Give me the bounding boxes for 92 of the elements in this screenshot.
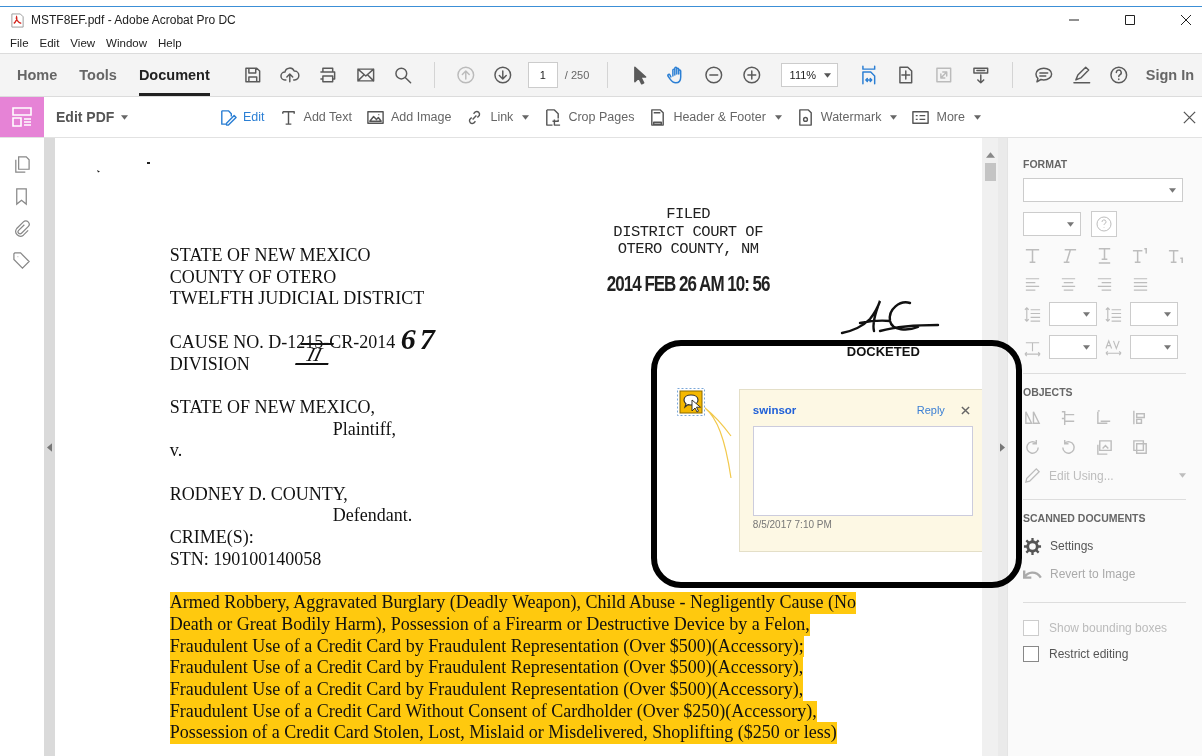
stamp-date: 2014 FEB 26 AM 10: 56 bbox=[606, 272, 770, 297]
document-line: STATE OF NEW MEXICO, bbox=[169, 396, 376, 419]
menu-item[interactable]: Edit bbox=[39, 37, 60, 49]
document-line: Plaintiff, bbox=[331, 418, 396, 441]
page-number-field[interactable]: 1 bbox=[527, 62, 558, 88]
scrollbar-thumb[interactable] bbox=[984, 163, 996, 181]
stamp-line: OTERO COUNTY, NM bbox=[617, 241, 759, 259]
character-spacing-icon bbox=[1104, 337, 1123, 357]
comment-text-field[interactable] bbox=[752, 426, 973, 516]
section-heading: FORMAT bbox=[1023, 158, 1069, 170]
caret-icon bbox=[1164, 311, 1171, 317]
maximize-icon[interactable] bbox=[1124, 14, 1136, 26]
section-heading: OBJECTS bbox=[1023, 386, 1074, 398]
pdf-file-icon bbox=[10, 12, 25, 28]
read-mode-icon[interactable] bbox=[971, 65, 991, 85]
section-heading: SCANNED DOCUMENTS bbox=[1023, 512, 1147, 524]
caret-icon bbox=[121, 114, 129, 120]
edit-pdf-menu[interactable]: Edit PDF bbox=[56, 109, 206, 125]
edit-tool[interactable]: Add Text bbox=[278, 107, 352, 127]
checkbox-label: Restrict editing bbox=[1049, 647, 1129, 661]
nav-tab[interactable]: Tools bbox=[79, 54, 117, 96]
edit-tool[interactable]: Header & Footer bbox=[648, 107, 782, 127]
line-spacing-icon bbox=[1023, 304, 1042, 324]
sign-in-link[interactable]: Sign In bbox=[1145, 67, 1195, 83]
document-line: v. bbox=[169, 440, 183, 462]
search-icon[interactable] bbox=[393, 65, 413, 85]
panel-action[interactable]: Settings bbox=[1023, 532, 1186, 560]
tag-icon[interactable] bbox=[12, 251, 32, 270]
checkbox[interactable] bbox=[1023, 646, 1039, 662]
pencil-icon bbox=[1023, 466, 1042, 485]
nav-tab[interactable]: Home bbox=[17, 54, 58, 96]
paperclip-icon[interactable] bbox=[12, 219, 32, 238]
docketed-label: DOCKETED bbox=[846, 344, 920, 359]
document-line: STN: 190100140058 bbox=[169, 548, 322, 571]
caret-icon bbox=[823, 72, 831, 78]
crop-page-icon bbox=[543, 107, 563, 127]
nav-tab[interactable]: Document bbox=[138, 54, 210, 96]
document-line: COUNTY OF OTERO bbox=[169, 266, 337, 289]
save-icon[interactable] bbox=[242, 65, 263, 85]
comment-icon[interactable] bbox=[1034, 65, 1054, 85]
pencil-page-icon bbox=[218, 107, 237, 127]
caret-icon bbox=[1083, 311, 1090, 317]
undo-icon bbox=[1023, 569, 1042, 579]
edit-tool[interactable]: Edit bbox=[218, 107, 265, 127]
caret-icon bbox=[1179, 473, 1186, 478]
document-line: TWELFTH JUDICIAL DISTRICT bbox=[169, 288, 425, 311]
help-icon[interactable] bbox=[1109, 65, 1129, 85]
edit-tool[interactable]: Watermark bbox=[795, 107, 898, 127]
stamp-line: FILED bbox=[666, 206, 711, 224]
menu-item[interactable]: File bbox=[10, 37, 29, 49]
page-count: / 250 bbox=[564, 69, 590, 81]
caret-icon bbox=[1169, 187, 1176, 193]
comment-author: swinsor bbox=[752, 404, 798, 416]
reply-link[interactable]: Reply bbox=[916, 404, 945, 416]
caret-icon bbox=[1067, 221, 1074, 227]
edit-tool[interactable]: Crop Pages bbox=[543, 107, 635, 127]
zoom-out-icon[interactable] bbox=[704, 65, 724, 85]
print-icon[interactable] bbox=[317, 65, 338, 85]
highlighter-icon[interactable] bbox=[1071, 65, 1092, 85]
stamp-line: DISTRICT COURT OF bbox=[613, 223, 763, 241]
comment-date: 8/5/2017 7:10 PM bbox=[752, 519, 833, 530]
close-icon[interactable] bbox=[1180, 14, 1192, 26]
handwritten-number: 67 bbox=[400, 322, 439, 356]
edit-tool[interactable]: Add Image bbox=[365, 107, 452, 127]
menu-item[interactable]: Help bbox=[158, 37, 182, 49]
menu-item[interactable]: View bbox=[70, 37, 96, 49]
document-line: Defendant. bbox=[331, 505, 413, 528]
edit-pdf-tile[interactable] bbox=[0, 97, 44, 137]
collapse-left-icon[interactable] bbox=[46, 442, 52, 452]
comment-note-icon[interactable] bbox=[676, 388, 705, 416]
document-line: STATE OF NEW MEXICO bbox=[169, 245, 371, 267]
paragraph-spacing-icon bbox=[1104, 304, 1123, 324]
mail-icon[interactable] bbox=[355, 65, 376, 85]
layout-icon bbox=[10, 105, 34, 129]
caret-icon bbox=[1164, 344, 1171, 350]
document-line: DIVISION bbox=[169, 353, 250, 376]
caret-icon bbox=[1083, 344, 1090, 350]
scroll-up-icon[interactable] bbox=[985, 152, 995, 158]
zoom-dropdown[interactable]: 111% bbox=[780, 63, 838, 87]
edit-tool[interactable]: Link bbox=[465, 107, 530, 127]
zoom-in-icon[interactable] bbox=[742, 65, 762, 85]
menu-item[interactable]: Window bbox=[106, 37, 147, 49]
window-title: MSTF8EF.pdf - Adobe Acrobat Pro DC bbox=[31, 13, 237, 27]
close-icon[interactable] bbox=[1182, 109, 1197, 125]
checkbox-label: Show bounding boxes bbox=[1049, 621, 1168, 635]
document-line: CRIME(S): bbox=[169, 527, 254, 549]
page-down-icon[interactable] bbox=[493, 65, 513, 85]
gear-icon bbox=[1023, 536, 1042, 556]
edit-tool[interactable]: More bbox=[911, 107, 981, 127]
upload-icon[interactable] bbox=[280, 65, 300, 85]
pages-icon[interactable] bbox=[12, 155, 32, 174]
document-line: RODNEY D. COUNTY, bbox=[169, 483, 348, 506]
